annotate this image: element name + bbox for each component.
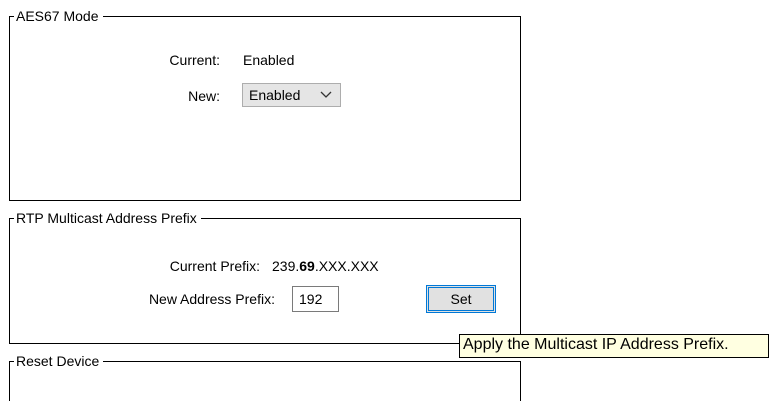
aes67-new-select[interactable]: Enabled: [242, 83, 341, 107]
rtp-prefix-title: RTP Multicast Address Prefix: [14, 210, 201, 226]
current-prefix-value: 239.69.XXX.XXX: [272, 258, 379, 274]
rtp-prefix-group: RTP Multicast Address Prefix: [9, 210, 521, 344]
aes67-current-label: Current:: [169, 52, 220, 68]
aes67-current-value: Enabled: [243, 52, 295, 68]
current-prefix-label: Current Prefix:: [169, 258, 260, 274]
aes67-new-label: New:: [188, 88, 220, 104]
set-button-label: Set: [450, 291, 472, 307]
chevron-down-icon: [320, 91, 332, 98]
aes67-new-select-value: Enabled: [249, 87, 301, 103]
reset-device-title: Reset Device: [14, 353, 104, 369]
aes67-mode-title: AES67 Mode: [14, 8, 103, 24]
set-button[interactable]: Set: [426, 285, 496, 313]
reset-device-group: Reset Device: [9, 353, 521, 401]
new-prefix-input[interactable]: 192: [292, 286, 339, 312]
new-prefix-label: New Address Prefix:: [148, 291, 275, 307]
set-button-tooltip: Apply the Multicast IP Address Prefix.: [459, 334, 769, 358]
aes67-mode-group: AES67 Mode: [9, 8, 521, 201]
